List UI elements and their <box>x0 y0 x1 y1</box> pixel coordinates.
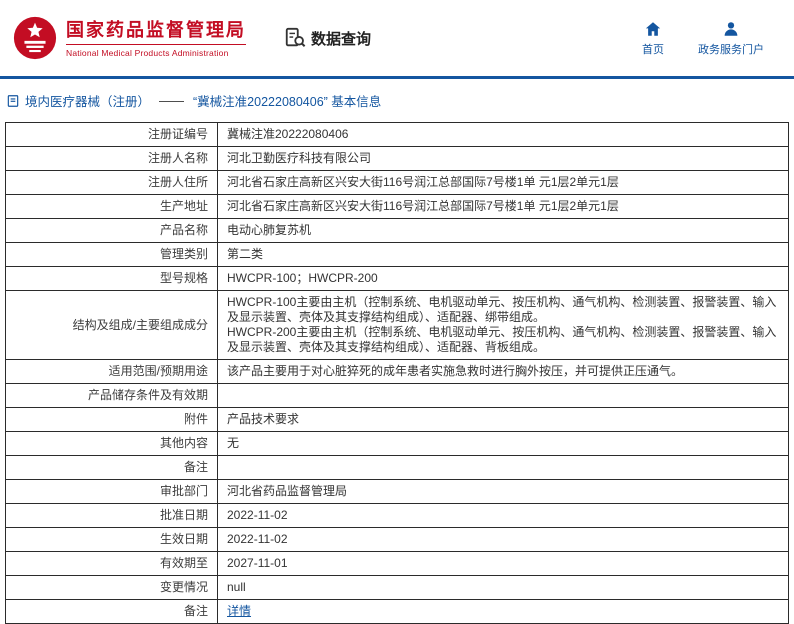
document-icon <box>6 94 20 108</box>
row-value: 2027-11-01 <box>218 552 789 576</box>
row-value: 河北卫勤医疗科技有限公司 <box>218 147 789 171</box>
row-label: 变更情况 <box>6 576 218 600</box>
registration-info-table: 注册证编号 冀械注准20222080406 注册人名称 河北卫勤医疗科技有限公司… <box>5 122 789 624</box>
row-value: 冀械注准20222080406 <box>218 123 789 147</box>
table-row: 备注 详情 <box>6 600 789 624</box>
row-value <box>218 384 789 408</box>
row-value: 河北省药品监督管理局 <box>218 480 789 504</box>
row-value: 产品技术要求 <box>218 408 789 432</box>
table-row: 其他内容 无 <box>6 432 789 456</box>
row-label: 审批部门 <box>6 480 218 504</box>
org-name-en: National Medical Products Administration <box>66 44 246 58</box>
row-value: HWCPR-100主要由主机（控制系统、电机驱动单元、按压机构、通气机构、检测装… <box>218 291 789 360</box>
table-row: 管理类别 第二类 <box>6 243 789 267</box>
table-row: 结构及组成/主要组成成分 HWCPR-100主要由主机（控制系统、电机驱动单元、… <box>6 291 789 360</box>
home-icon <box>644 20 662 38</box>
row-value: HWCPR-100；HWCPR-200 <box>218 267 789 291</box>
document-search-icon <box>284 27 306 49</box>
row-value: 河北省石家庄高新区兴安大街116号润江总部国际7号楼1单 元1层2单元1层 <box>218 195 789 219</box>
row-label: 管理类别 <box>6 243 218 267</box>
nav-home-label: 首页 <box>642 41 664 57</box>
page-header: 国家药品监督管理局 National Medical Products Admi… <box>0 0 794 79</box>
table-row: 注册证编号 冀械注准20222080406 <box>6 123 789 147</box>
table-row: 审批部门 河北省药品监督管理局 <box>6 480 789 504</box>
row-value: 第二类 <box>218 243 789 267</box>
table-row: 生效日期 2022-11-02 <box>6 528 789 552</box>
row-label: 注册人名称 <box>6 147 218 171</box>
table-row: 注册人住所 河北省石家庄高新区兴安大街116号润江总部国际7号楼1单 元1层2单… <box>6 171 789 195</box>
header-nav: 首页 政务服务门户 <box>642 20 782 57</box>
nav-portal[interactable]: 政务服务门户 <box>698 20 764 57</box>
table-row: 产品储存条件及有效期 <box>6 384 789 408</box>
row-value: 2022-11-02 <box>218 504 789 528</box>
row-label: 适用范围/预期用途 <box>6 360 218 384</box>
row-value: 详情 <box>218 600 789 624</box>
breadcrumb-separator: —— <box>159 94 184 108</box>
row-value: 河北省石家庄高新区兴安大街116号润江总部国际7号楼1单 元1层2单元1层 <box>218 171 789 195</box>
user-icon <box>722 20 740 38</box>
table-row: 备注 <box>6 456 789 480</box>
table-row: 生产地址 河北省石家庄高新区兴安大街116号润江总部国际7号楼1单 元1层2单元… <box>6 195 789 219</box>
table-row: 附件 产品技术要求 <box>6 408 789 432</box>
nav-portal-label: 政务服务门户 <box>698 41 764 57</box>
table-row: 有效期至 2027-11-01 <box>6 552 789 576</box>
row-value: 该产品主要用于对心脏猝死的成年患者实施急救时进行胸外按压，并可提供正压通气。 <box>218 360 789 384</box>
row-value: 电动心肺复苏机 <box>218 219 789 243</box>
row-label: 型号规格 <box>6 267 218 291</box>
table-row: 适用范围/预期用途 该产品主要用于对心脏猝死的成年患者实施急救时进行胸外按压，并… <box>6 360 789 384</box>
row-value: null <box>218 576 789 600</box>
org-name-cn: 国家药品监督管理局 <box>66 19 246 41</box>
row-label: 备注 <box>6 456 218 480</box>
row-label: 产品储存条件及有效期 <box>6 384 218 408</box>
row-label: 注册人住所 <box>6 171 218 195</box>
row-label: 生效日期 <box>6 528 218 552</box>
row-label: 附件 <box>6 408 218 432</box>
row-value: 2022-11-02 <box>218 528 789 552</box>
detail-link[interactable]: 详情 <box>227 604 251 618</box>
row-value <box>218 456 789 480</box>
nmpa-emblem-logo <box>12 15 58 61</box>
table-row: 注册人名称 河北卫勤医疗科技有限公司 <box>6 147 789 171</box>
row-label: 有效期至 <box>6 552 218 576</box>
breadcrumb: 境内医疗器械（注册） —— “冀械注准20222080406” 基本信息 <box>0 79 794 120</box>
row-label: 生产地址 <box>6 195 218 219</box>
row-value: 无 <box>218 432 789 456</box>
row-label: 备注 <box>6 600 218 624</box>
row-label: 批准日期 <box>6 504 218 528</box>
breadcrumb-section[interactable]: 境内医疗器械（注册） <box>25 91 150 110</box>
breadcrumb-current: “冀械注准20222080406” 基本信息 <box>193 91 381 110</box>
data-query-label: 数据查询 <box>311 28 371 49</box>
nav-home[interactable]: 首页 <box>642 20 664 57</box>
table-row: 批准日期 2022-11-02 <box>6 504 789 528</box>
row-label: 注册证编号 <box>6 123 218 147</box>
table-row: 产品名称 电动心肺复苏机 <box>6 219 789 243</box>
org-title-block: 国家药品监督管理局 National Medical Products Admi… <box>66 19 246 58</box>
table-row: 型号规格 HWCPR-100；HWCPR-200 <box>6 267 789 291</box>
row-label: 其他内容 <box>6 432 218 456</box>
row-label: 产品名称 <box>6 219 218 243</box>
row-label: 结构及组成/主要组成成分 <box>6 291 218 360</box>
table-row: 变更情况 null <box>6 576 789 600</box>
data-query-nav[interactable]: 数据查询 <box>284 27 371 49</box>
